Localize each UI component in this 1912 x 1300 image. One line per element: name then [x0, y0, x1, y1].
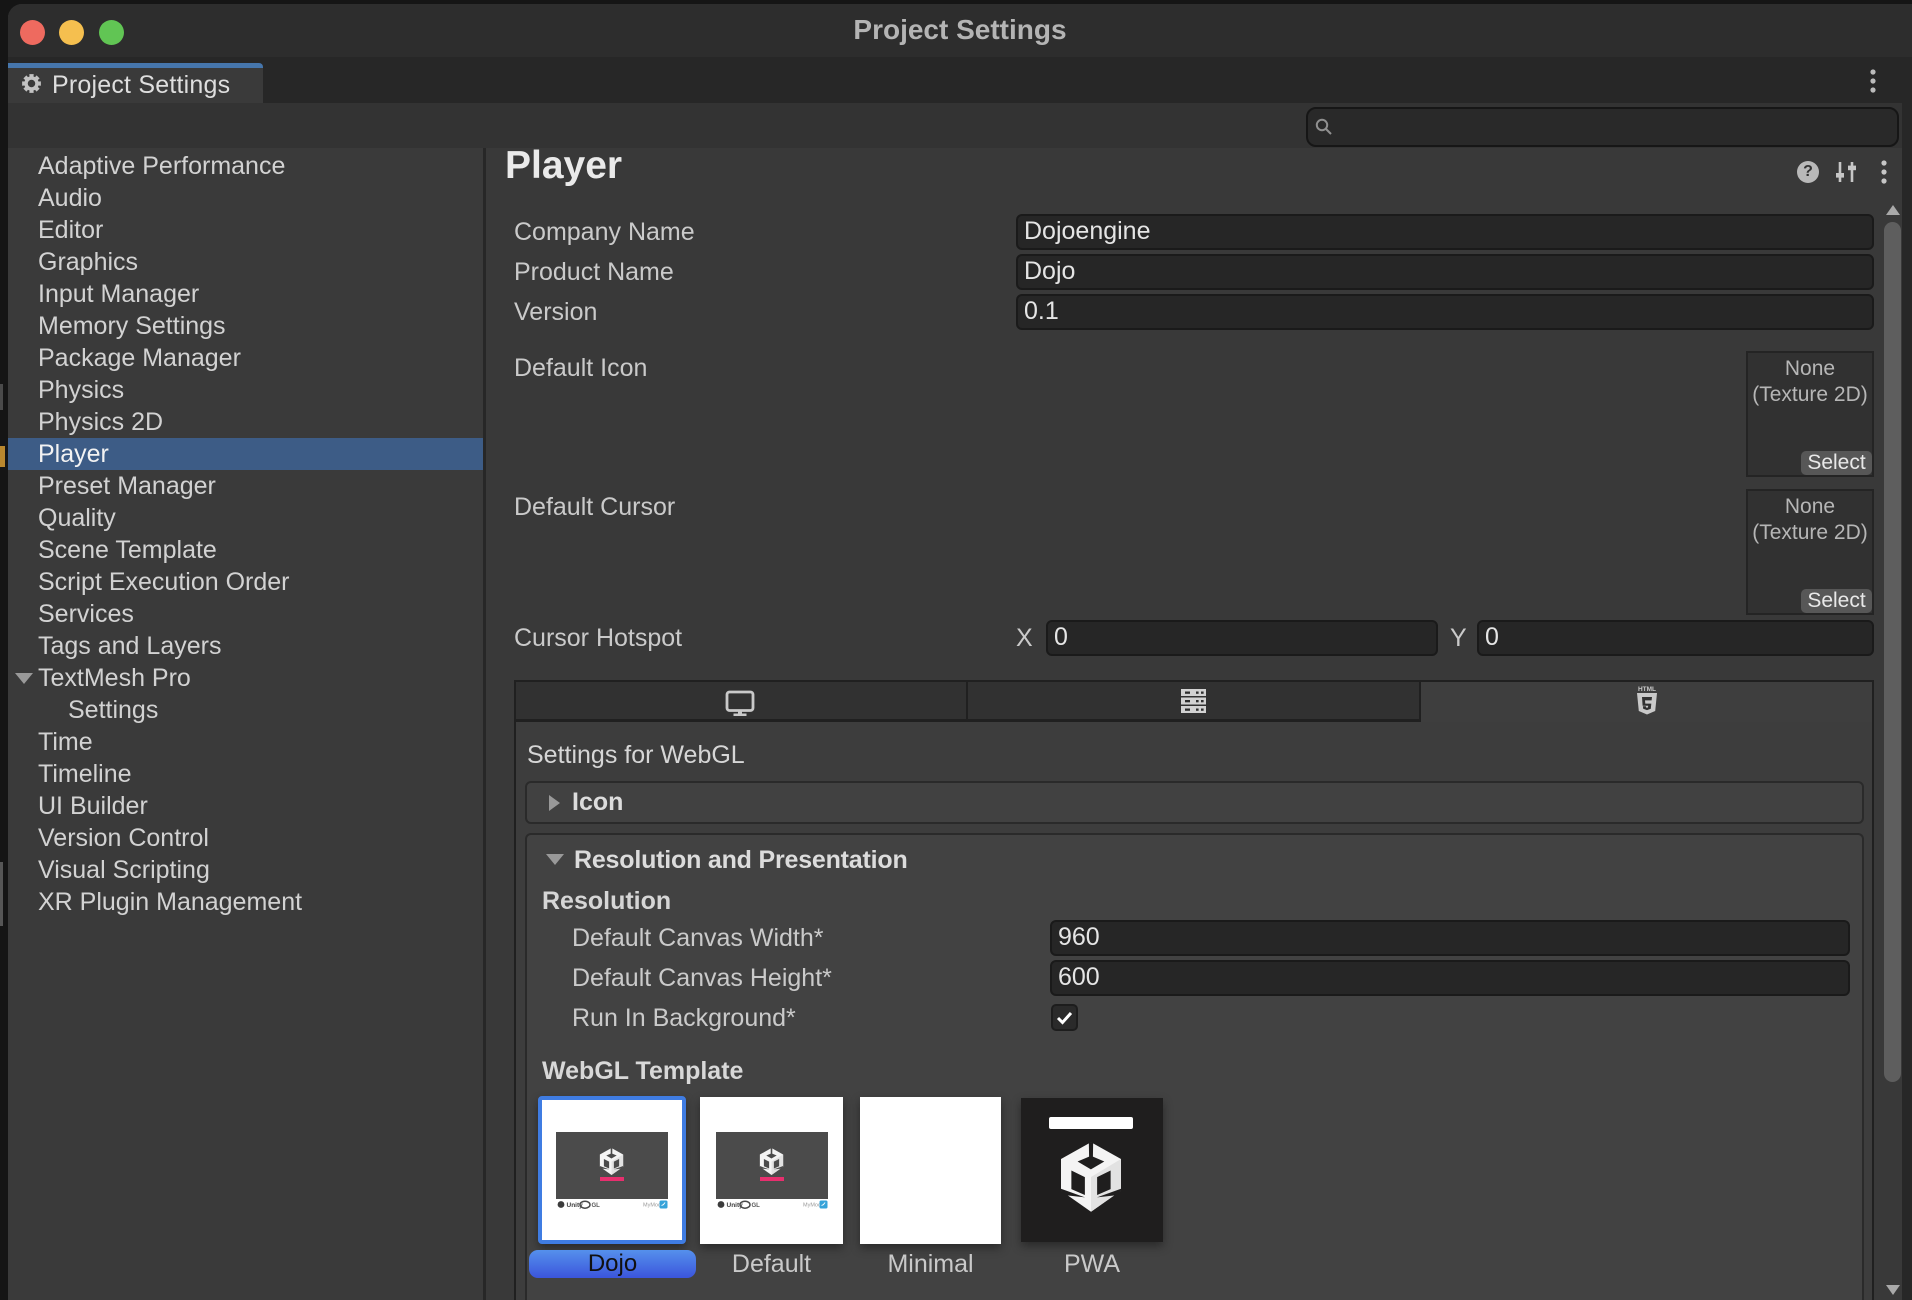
svg-text:GL: GL: [592, 1203, 601, 1209]
svg-text:GL: GL: [752, 1203, 761, 1209]
svg-text:HTML: HTML: [1638, 686, 1656, 693]
